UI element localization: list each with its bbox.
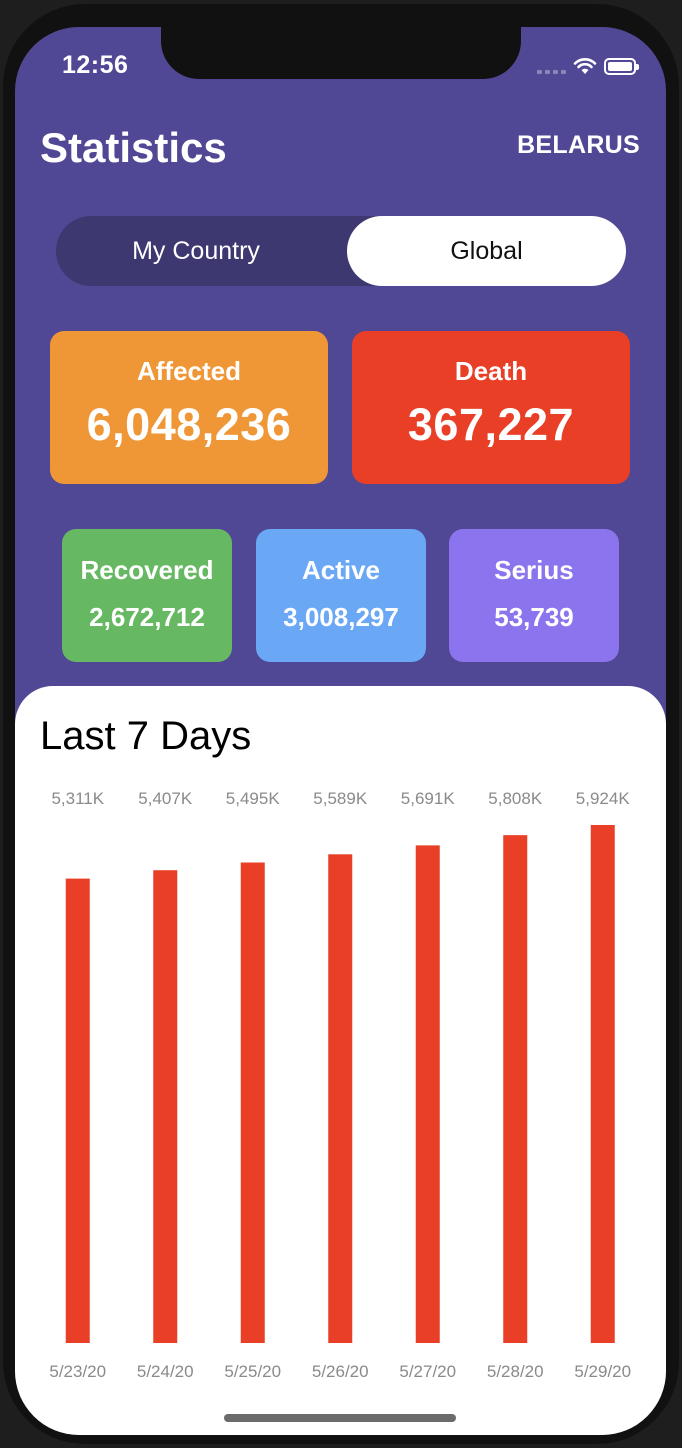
- chart-x-tick-label-3: 5/25/20: [224, 1362, 281, 1381]
- app-screen: 12:56 Statistics BELARUS My Country Glob…: [15, 27, 666, 1435]
- active-value: 3,008,297: [283, 602, 399, 632]
- status-icons: [537, 55, 639, 77]
- death-value: 367,227: [407, 399, 575, 450]
- chart-x-tick-label-2: 5/24/20: [137, 1362, 194, 1381]
- signal-icon: [537, 58, 566, 74]
- home-indicator[interactable]: [224, 1414, 456, 1422]
- bar-chart: 5,311K 5/23/20 5,407K 5/24/20 5,495K 5/25/20 5…: [49, 789, 631, 1381]
- chart-bar-1: [65, 878, 90, 1343]
- recovered-card: Recovered 2,672,712: [62, 529, 232, 662]
- active-label: Active: [301, 555, 381, 585]
- chart-x-tick-label-6: 5/28/20: [487, 1362, 544, 1381]
- affected-label: Affected: [136, 356, 241, 386]
- affected-card: Affected 6,048,236: [50, 331, 328, 484]
- tab-my-country[interactable]: My Country: [56, 216, 336, 286]
- serius-label: Serius: [494, 555, 574, 585]
- death-card: Death 367,227: [352, 331, 630, 484]
- chart-bar-4: [328, 854, 353, 1343]
- chart-bar-7: [590, 825, 615, 1343]
- death-label: Death: [454, 356, 528, 386]
- country-selector[interactable]: BELARUS: [517, 131, 640, 160]
- affected-value: 6,048,236: [86, 399, 292, 450]
- chart-x-tick-label-1: 5/23/20: [49, 1362, 106, 1381]
- serius-value: 53,739: [494, 602, 574, 632]
- chart-bar-5: [415, 845, 440, 1343]
- notch: [161, 27, 521, 79]
- chart-value-label-6: 5,808K: [488, 789, 543, 808]
- chart-value-label-3: 5,495K: [226, 789, 281, 808]
- scope-segmented-control: My Country Global: [56, 216, 626, 286]
- battery-icon: [604, 57, 639, 75]
- active-card: Active 3,008,297: [256, 529, 426, 662]
- recovered-label: Recovered: [80, 555, 214, 585]
- chart-x-tick-label-5: 5/27/20: [399, 1362, 456, 1381]
- chart-bar-6: [503, 835, 528, 1343]
- chart-panel: Last 7 Days 5,311K 5/23/20 5,407K 5/24/20 5,…: [15, 686, 666, 1435]
- serius-card: Serius 53,739: [449, 529, 619, 662]
- chart-bar-2: [153, 870, 178, 1343]
- chart-bar-3: [240, 862, 265, 1343]
- page-title: Statistics: [40, 124, 227, 171]
- status-time: 12:56: [62, 51, 129, 79]
- chart-value-label-5: 5,691K: [401, 789, 456, 808]
- chart-value-label-1: 5,311K: [51, 789, 104, 808]
- chart-value-label-2: 5,407K: [138, 789, 193, 808]
- chart-x-tick-label-7: 5/29/20: [574, 1362, 631, 1381]
- chart-x-tick-label-4: 5/26/20: [312, 1362, 369, 1381]
- chart-value-label-4: 5,589K: [313, 789, 368, 808]
- recovered-value: 2,672,712: [89, 602, 205, 632]
- wifi-icon: [573, 58, 597, 74]
- chart-value-label-7: 5,924K: [576, 789, 631, 808]
- tab-global[interactable]: Global: [347, 216, 626, 286]
